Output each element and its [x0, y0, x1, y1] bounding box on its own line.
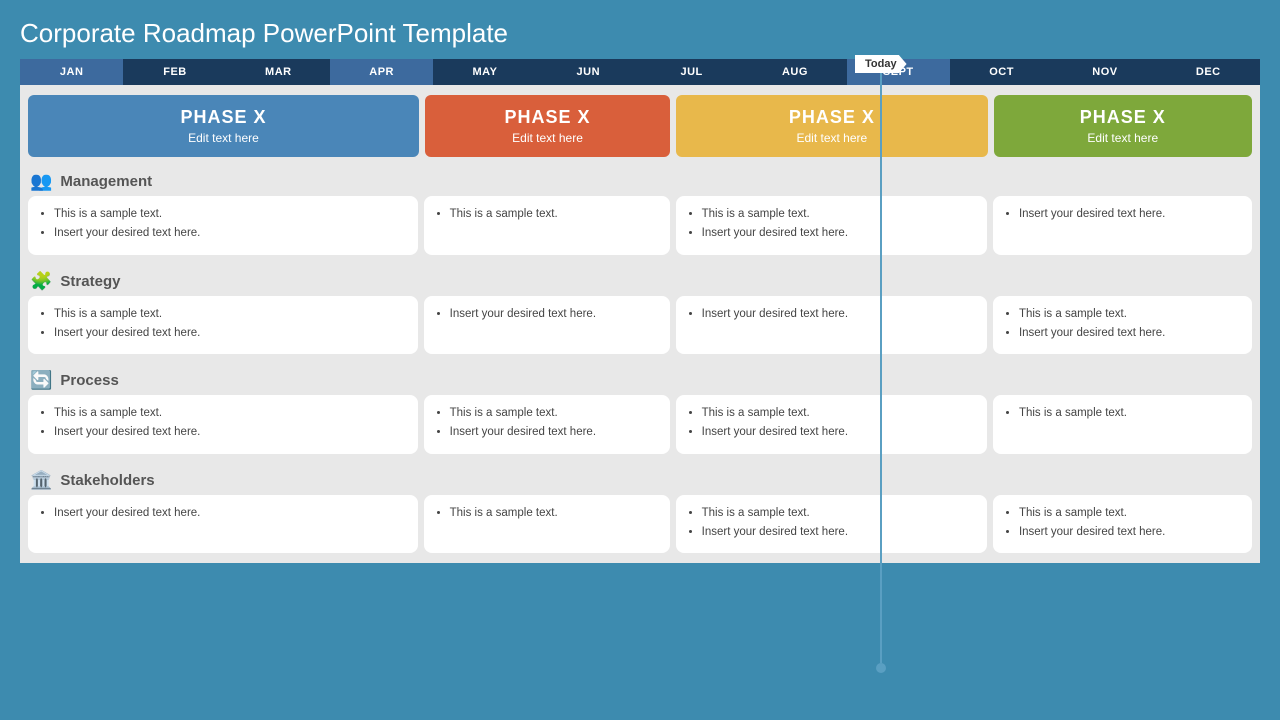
card-strategy-3: Insert your desired text here.	[676, 296, 987, 355]
section-header-process: 🔄 Process	[28, 364, 1252, 395]
list-item: Insert your desired text here.	[702, 225, 975, 242]
card-strategy-4: This is a sample text. Insert your desire…	[993, 296, 1252, 355]
list-item: Insert your desired text here.	[54, 225, 406, 242]
today-line	[880, 73, 882, 663]
month-cell-dec: DEC	[1157, 59, 1260, 85]
section-icon-process: 🔄	[30, 370, 52, 391]
card-strategy-2: Insert your desired text here.	[424, 296, 670, 355]
section-strategy: 🧩 Strategy This is a sample text. Insert yo…	[20, 265, 1260, 365]
section-header-strategy: 🧩 Strategy	[28, 265, 1252, 296]
month-cell-oct: OCT	[950, 59, 1053, 85]
section-name: Process	[60, 372, 118, 389]
list-item: This is a sample text.	[450, 505, 658, 522]
phase-title: PHASE X	[180, 107, 266, 128]
list-item: This is a sample text.	[1019, 505, 1240, 522]
list-item: Insert your desired text here.	[702, 524, 975, 541]
month-cell-jun: JUN	[537, 59, 640, 85]
month-cell-jul: JUL	[640, 59, 743, 85]
list-item: Insert your desired text here.	[54, 505, 406, 522]
phase-title: PHASE X	[505, 107, 591, 128]
card-process-4: This is a sample text.	[993, 395, 1252, 454]
list-item: This is a sample text.	[702, 405, 975, 422]
list-item: Insert your desired text here.	[702, 306, 975, 323]
section-name: Management	[60, 173, 152, 190]
section-management: 👥 Management This is a sample text. Insert …	[20, 165, 1260, 265]
phases-row: PHASE X Edit text here PHASE X Edit text he…	[20, 85, 1260, 165]
card-stakeholders-4: This is a sample text. Insert your desire…	[993, 495, 1252, 554]
month-cell-jan: JAN	[20, 59, 123, 85]
phase-sub: Edit text here	[188, 131, 259, 145]
section-name: Strategy	[60, 273, 120, 290]
list-item: Insert your desired text here.	[702, 424, 975, 441]
list-item: This is a sample text.	[450, 206, 658, 223]
today-marker: Today	[855, 55, 907, 673]
card-management-2: This is a sample text.	[424, 196, 670, 255]
cards-row-stakeholders: Insert your desired text here.This is a …	[28, 495, 1252, 560]
phase-block-4: PHASE X Edit text here	[994, 95, 1252, 157]
section-header-stakeholders: 🏛️ Stakeholders	[28, 464, 1252, 495]
section-process: 🔄 Process This is a sample text. Insert you…	[20, 364, 1260, 464]
phase-block-1: PHASE X Edit text here	[28, 95, 419, 157]
phase-sub: Edit text here	[1087, 131, 1158, 145]
card-stakeholders-1: Insert your desired text here.	[28, 495, 418, 554]
list-item: Insert your desired text here.	[1019, 524, 1240, 541]
section-icon-management: 👥	[30, 171, 52, 192]
cards-row-strategy: This is a sample text. Insert your desire…	[28, 296, 1252, 361]
month-cell-may: MAY	[433, 59, 536, 85]
list-item: This is a sample text.	[54, 306, 406, 323]
section-header-management: 👥 Management	[28, 165, 1252, 196]
cards-row-process: This is a sample text. Insert your desire…	[28, 395, 1252, 460]
card-process-2: This is a sample text. Insert your desire…	[424, 395, 670, 454]
month-cell-nov: NOV	[1053, 59, 1156, 85]
card-process-1: This is a sample text. Insert your desire…	[28, 395, 418, 454]
card-stakeholders-2: This is a sample text.	[424, 495, 670, 554]
list-item: Insert your desired text here.	[54, 325, 406, 342]
card-management-1: This is a sample text. Insert your desire…	[28, 196, 418, 255]
list-item: This is a sample text.	[702, 505, 975, 522]
list-item: Insert your desired text here.	[450, 424, 658, 441]
list-item: Insert your desired text here.	[54, 424, 406, 441]
card-process-3: This is a sample text. Insert your desire…	[676, 395, 987, 454]
phase-block-3: PHASE XEdit text here	[676, 95, 987, 157]
month-cell-feb: FEB	[123, 59, 226, 85]
list-item: This is a sample text.	[702, 206, 975, 223]
list-item: This is a sample text.	[54, 206, 406, 223]
phase-block-2: PHASE X Edit text here	[425, 95, 670, 157]
phase-title: PHASE X	[1080, 107, 1166, 128]
list-item: Insert your desired text here.	[450, 306, 658, 323]
section-name: Stakeholders	[60, 472, 154, 489]
today-flag: Today	[855, 55, 907, 73]
cards-row-management: This is a sample text. Insert your desire…	[28, 196, 1252, 261]
card-stakeholders-3: This is a sample text. Insert your desire…	[676, 495, 987, 554]
section-icon-strategy: 🧩	[30, 271, 52, 292]
list-item: This is a sample text.	[54, 405, 406, 422]
list-item: This is a sample text.	[450, 405, 658, 422]
card-management-3: This is a sample text. Insert your desire…	[676, 196, 987, 255]
card-management-4: Insert your desired text here.	[993, 196, 1252, 255]
content-area: PHASE X Edit text here PHASE X Edit text he…	[20, 85, 1260, 563]
today-circle	[876, 663, 886, 673]
month-cell-mar: MAR	[227, 59, 330, 85]
page-title: Corporate Roadmap PowerPoint Template	[0, 0, 1280, 59]
months-bar: JANFEBMARAPRMAYJUNJULAUGSEPTOCTNOVDEC	[20, 59, 1260, 85]
card-strategy-1: This is a sample text. Insert your desire…	[28, 296, 418, 355]
phase-sub: Edit text here	[512, 131, 583, 145]
section-icon-stakeholders: 🏛️	[30, 470, 52, 491]
list-item: Insert your desired text here.	[1019, 325, 1240, 342]
section-stakeholders: 🏛️ Stakeholders Insert your desired text h…	[20, 464, 1260, 564]
list-item: This is a sample text.	[1019, 405, 1240, 422]
slide: Corporate Roadmap PowerPoint Template To…	[0, 0, 1280, 720]
month-cell-aug: AUG	[743, 59, 846, 85]
month-cell-apr: APR	[330, 59, 433, 85]
list-item: This is a sample text.	[1019, 306, 1240, 323]
list-item: Insert your desired text here.	[1019, 206, 1240, 223]
sections-container: 👥ManagementThis is a sample text.Insert …	[20, 165, 1260, 563]
